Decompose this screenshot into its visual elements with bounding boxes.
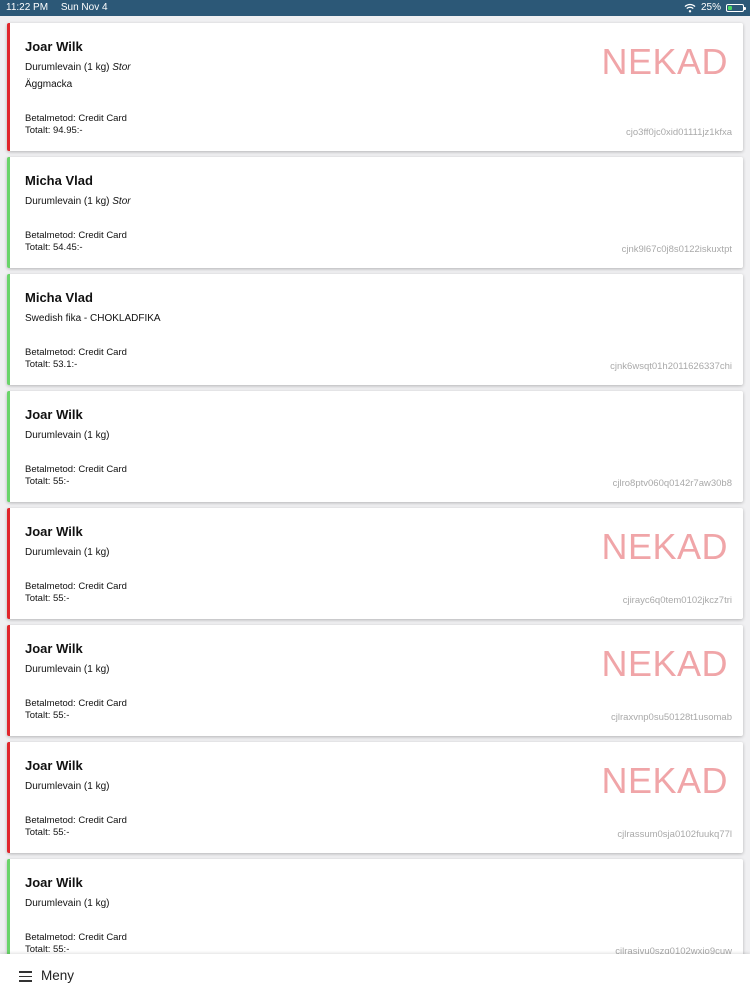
item-name: Durumlevain (1 kg) [25, 898, 110, 909]
order-items: Durumlevain (1 kg) [25, 544, 109, 561]
order-card-rejected[interactable]: Joar Wilk Durumlevain (1 kg) Stor Äggmacka… [7, 23, 743, 151]
order-id: cjlraxvnp0su50128t1usomab [611, 712, 732, 723]
order-item: Durumlevain (1 kg) [25, 661, 109, 678]
rejected-status-stamp: NEKAD [601, 526, 728, 567]
order-total: Totalt: 53.1:- [25, 359, 78, 370]
order-items: Swedish fika - CHOKLADFIKA [25, 310, 161, 327]
battery-icon [726, 4, 746, 12]
order-id: cjirayc6q0tem0102jkcz7tri [622, 595, 732, 606]
status-bar-left: 11:22 PM Sun Nov 4 [6, 0, 118, 16]
payment-method: Betalmetod: Credit Card [25, 698, 127, 709]
order-item: Durumlevain (1 kg) [25, 427, 109, 444]
order-items: Durumlevain (1 kg) [25, 778, 109, 795]
menu-button[interactable]: Meny [41, 968, 74, 983]
order-id: cjlro8ptv060q0142r7aw30b8 [612, 478, 732, 489]
item-name: Durumlevain (1 kg) [25, 196, 110, 207]
payment-method: Betalmetod: Credit Card [25, 347, 127, 358]
order-card-rejected[interactable]: Joar Wilk Durumlevain (1 kg) Betalmetod: C… [7, 742, 743, 853]
order-total: Totalt: 55:- [25, 593, 70, 604]
customer-name: Micha Vlad [25, 290, 93, 305]
order-item: Durumlevain (1 kg) Stor [25, 59, 131, 76]
status-bar: 11:22 PM Sun Nov 4 25% [0, 0, 750, 16]
order-card[interactable]: Joar Wilk Durumlevain (1 kg) Betalmetod: C… [7, 391, 743, 502]
status-bar-right: 25% [684, 0, 746, 16]
order-items: Durumlevain (1 kg) [25, 427, 109, 444]
payment-method: Betalmetod: Credit Card [25, 113, 127, 124]
order-item: Swedish fika - CHOKLADFIKA [25, 310, 161, 327]
order-items: Durumlevain (1 kg) Stor Äggmacka [25, 59, 131, 93]
item-name: Durumlevain (1 kg) [25, 664, 110, 675]
payment-method: Betalmetod: Credit Card [25, 815, 127, 826]
payment-method: Betalmetod: Credit Card [25, 464, 127, 475]
order-items: Durumlevain (1 kg) Stor [25, 193, 131, 210]
item-size: Stor [112, 62, 131, 73]
order-item: Durumlevain (1 kg) [25, 778, 109, 795]
order-id: cjo3ff0jc0xid01111jz1kfxa [626, 127, 732, 138]
payment-info: Betalmetod: Credit Card Totalt: 54.45:- [25, 230, 127, 254]
customer-name: Joar Wilk [25, 524, 83, 539]
hamburger-icon[interactable] [19, 971, 32, 982]
payment-method: Betalmetod: Credit Card [25, 581, 127, 592]
payment-info: Betalmetod: Credit Card Totalt: 55:- [25, 815, 127, 839]
payment-info: Betalmetod: Credit Card Totalt: 55:- [25, 932, 127, 956]
payment-method: Betalmetod: Credit Card [25, 932, 127, 943]
payment-info: Betalmetod: Credit Card Totalt: 55:- [25, 581, 127, 605]
item-size: Stor [112, 196, 131, 207]
item-name: Durumlevain (1 kg) [25, 547, 110, 558]
order-total: Totalt: 55:- [25, 827, 70, 838]
payment-info: Betalmetod: Credit Card Totalt: 53.1:- [25, 347, 127, 371]
order-id: cjlrassum0sja0102fuukq77l [617, 829, 732, 840]
bottom-bar: Meny [0, 954, 750, 1000]
order-list[interactable]: Joar Wilk Durumlevain (1 kg) Stor Äggmacka… [7, 23, 743, 976]
order-card[interactable]: Micha Vlad Swedish fika - CHOKLADFIKA Beta… [7, 274, 743, 385]
order-id: cjnk6wsqt01h2011626337chi [610, 361, 732, 372]
customer-name: Joar Wilk [25, 875, 83, 890]
payment-info: Betalmetod: Credit Card Totalt: 94.95:- [25, 113, 127, 137]
item-name: Swedish fika - CHOKLADFIKA [25, 313, 161, 324]
order-item: Durumlevain (1 kg) [25, 895, 109, 912]
rejected-status-stamp: NEKAD [601, 760, 728, 801]
customer-name: Joar Wilk [25, 39, 83, 54]
item-name: Äggmacka [25, 79, 73, 90]
order-items: Durumlevain (1 kg) [25, 661, 109, 678]
item-name: Durumlevain (1 kg) [25, 430, 110, 441]
order-item: Äggmacka [25, 76, 131, 93]
order-item: Durumlevain (1 kg) [25, 544, 109, 561]
item-name: Durumlevain (1 kg) [25, 781, 110, 792]
payment-method: Betalmetod: Credit Card [25, 230, 127, 241]
order-total: Totalt: 55:- [25, 476, 70, 487]
customer-name: Joar Wilk [25, 641, 83, 656]
order-id: cjnk9l67c0j8s0122iskuxtpt [621, 244, 732, 255]
rejected-status-stamp: NEKAD [601, 41, 728, 82]
payment-info: Betalmetod: Credit Card Totalt: 55:- [25, 464, 127, 488]
order-card-rejected[interactable]: Joar Wilk Durumlevain (1 kg) Betalmetod: C… [7, 625, 743, 736]
status-time: 11:22 PM [6, 2, 49, 13]
order-items: Durumlevain (1 kg) [25, 895, 109, 912]
order-total: Totalt: 55:- [25, 710, 70, 721]
order-card-rejected[interactable]: Joar Wilk Durumlevain (1 kg) Betalmetod: C… [7, 508, 743, 619]
order-card[interactable]: Micha Vlad Durumlevain (1 kg) Stor Betalme… [7, 157, 743, 268]
customer-name: Joar Wilk [25, 758, 83, 773]
status-date: Sun Nov 4 [60, 2, 108, 13]
order-item: Durumlevain (1 kg) Stor [25, 193, 131, 210]
wifi-icon [684, 3, 696, 13]
order-total: Totalt: 94.95:- [25, 125, 83, 136]
order-total: Totalt: 54.45:- [25, 242, 83, 253]
battery-percent: 25% [700, 2, 721, 13]
rejected-status-stamp: NEKAD [601, 643, 728, 684]
customer-name: Micha Vlad [25, 173, 93, 188]
customer-name: Joar Wilk [25, 407, 83, 422]
item-name: Durumlevain (1 kg) [25, 62, 110, 73]
payment-info: Betalmetod: Credit Card Totalt: 55:- [25, 698, 127, 722]
